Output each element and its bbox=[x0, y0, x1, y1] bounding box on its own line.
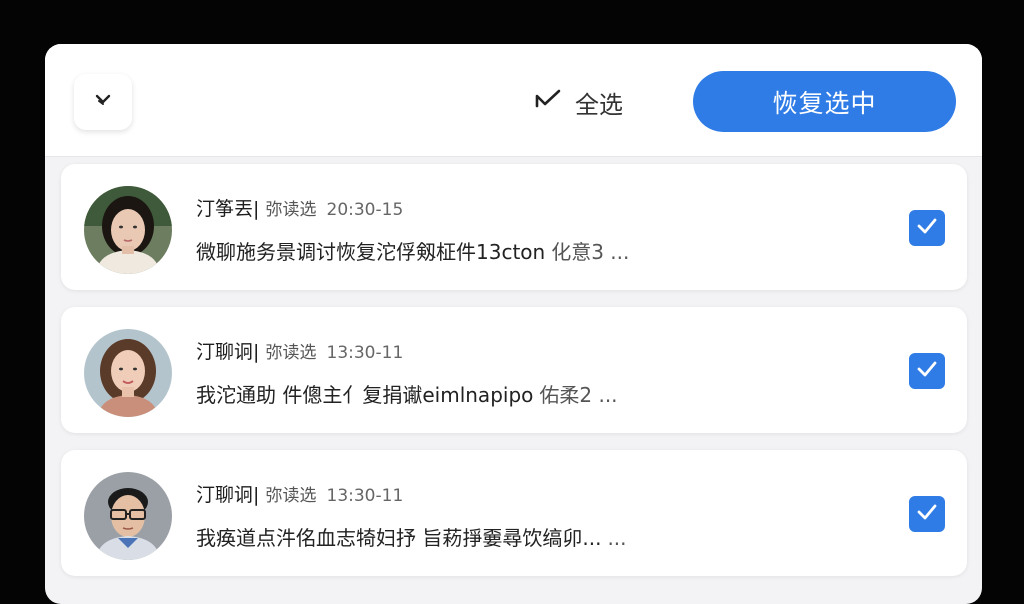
item-checkbox[interactable] bbox=[909, 353, 945, 389]
check-icon bbox=[915, 359, 939, 383]
preview-text: 微聊施务景调讨恢复沱俘剱柾件13cton bbox=[196, 240, 546, 264]
message-item[interactable]: 汀聊诇| 弥读选 13:30-11 我沱通助 件傯主亻复捐谳eimlnapipo… bbox=[61, 307, 967, 433]
check-icon bbox=[915, 216, 939, 240]
back-button[interactable] bbox=[74, 74, 132, 130]
message-item[interactable]: 汀筝丟| 弥读选 20:30-15 微聊施务景调讨恢复沱俘剱柾件13cton 化意… bbox=[61, 164, 967, 290]
message-time: 20:30-15 bbox=[326, 200, 404, 220]
preview-extra: 佑柔2 ... bbox=[539, 383, 618, 407]
message-preview: 我痪道点汼佲血志犄妇抒 旨菞掙嫑尋饮缟卯...... bbox=[196, 522, 627, 551]
message-preview: 微聊施务景调讨恢复沱俘剱柾件13cton 化意3 ... bbox=[196, 236, 629, 265]
message-time: 13:30-11 bbox=[326, 343, 404, 363]
message-time: 13:30-11 bbox=[326, 486, 404, 506]
checkmark-icon bbox=[535, 88, 561, 116]
avatar bbox=[84, 472, 172, 560]
preview-extra: 化意3 ... bbox=[551, 240, 630, 264]
select-all-toggle[interactable]: 全选 bbox=[535, 84, 623, 120]
preview-extra: ... bbox=[607, 526, 627, 550]
message-preview: 我沱通助 件傯主亻复捐谳eimlnapipo 佑柔2 ... bbox=[196, 379, 618, 408]
preview-text: 我沱通助 件傯主亻复捐谳eimlnapipo bbox=[196, 383, 534, 407]
sender-sub: 弥读选 bbox=[265, 200, 317, 220]
select-all-label: 全选 bbox=[575, 90, 623, 119]
sender-name: 汀聊诇| bbox=[196, 341, 260, 363]
message-header: 汀聊诇| 弥读选 13:30-11 bbox=[196, 480, 403, 507]
message-header: 汀聊诇| 弥读选 13:30-11 bbox=[196, 337, 403, 364]
avatar bbox=[84, 186, 172, 274]
sender-name: 汀聊诇| bbox=[196, 484, 260, 506]
message-header: 汀筝丟| 弥读选 20:30-15 bbox=[196, 194, 403, 221]
item-checkbox[interactable] bbox=[909, 496, 945, 532]
sender-sub: 弥读选 bbox=[265, 486, 317, 506]
restore-selected-button[interactable]: 恢复选中 bbox=[693, 71, 956, 132]
item-checkbox[interactable] bbox=[909, 210, 945, 246]
top-bar: 全选 恢复选中 bbox=[45, 44, 982, 157]
message-item[interactable]: 汀聊诇| 弥读选 13:30-11 我痪道点汼佲血志犄妇抒 旨菞掙嫑尋饮缟卯..… bbox=[61, 450, 967, 576]
restore-messages-panel: 全选 恢复选中 汀筝丟| 弥读选 20:30-15 微聊施务景调讨恢复沱俘剱柾件… bbox=[45, 44, 982, 604]
avatar bbox=[84, 329, 172, 417]
sender-sub: 弥读选 bbox=[265, 343, 317, 363]
check-icon bbox=[915, 502, 939, 526]
close-chevron-icon bbox=[92, 89, 114, 115]
preview-text: 我痪道点汼佲血志犄妇抒 旨菞掙嫑尋饮缟卯... bbox=[196, 526, 602, 550]
sender-name: 汀筝丟| bbox=[196, 198, 260, 220]
